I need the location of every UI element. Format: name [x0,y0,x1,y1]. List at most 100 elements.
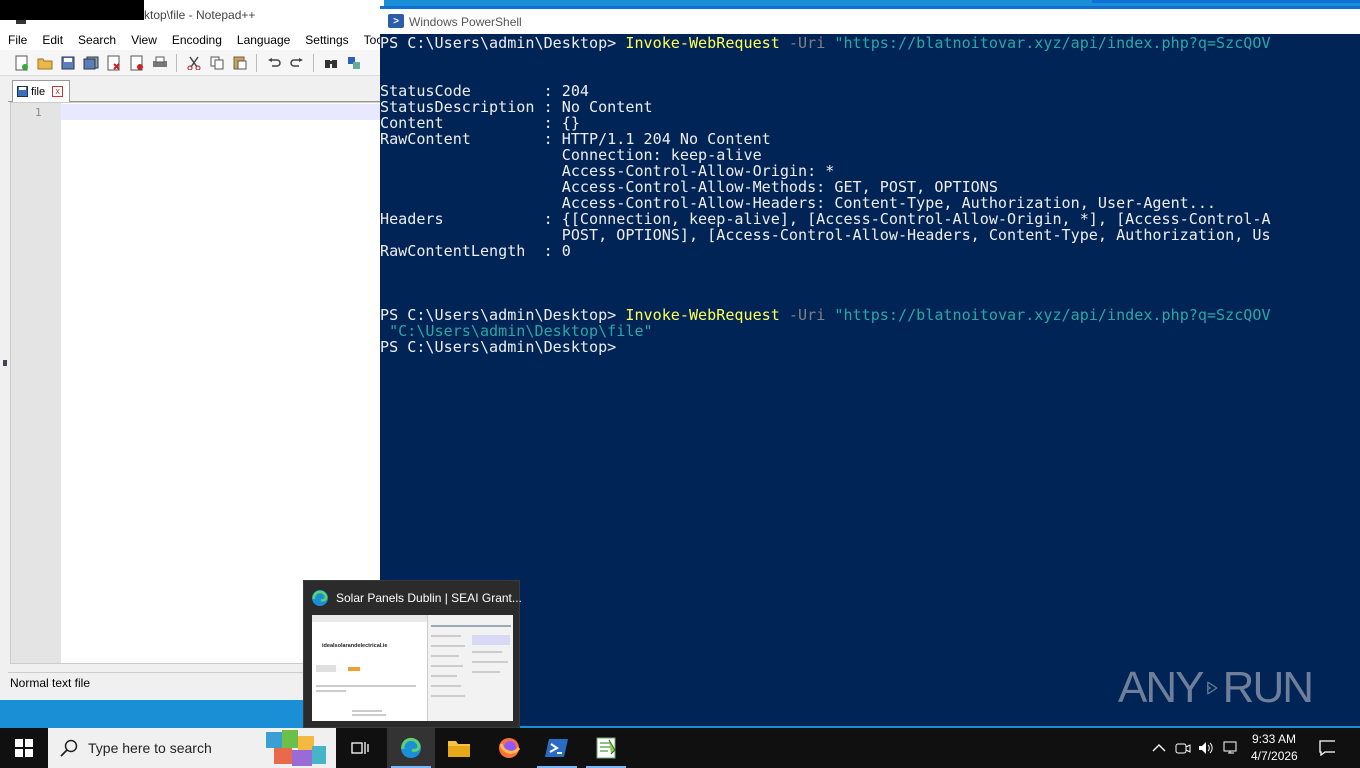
line-number: 1 [35,106,42,119]
console-output: RawContentLength : 0 [380,242,571,260]
powershell-console[interactable]: PS C:\Users\admin\Desktop> Invoke-WebReq… [380,35,1360,726]
show-hidden-icons-icon[interactable] [1151,740,1167,756]
console-parameter: -Uri [779,306,835,324]
watermark-left-text: ANY [1118,663,1204,712]
console-line: RawContent : HTTP/1.1 204 No Content [380,131,1360,147]
toolbar-separator [313,53,314,72]
menu-language[interactable]: Language [229,33,297,47]
replace-icon[interactable] [344,53,363,72]
search-highlight-art [266,730,326,766]
menu-view[interactable]: View [123,33,164,47]
cut-icon[interactable] [184,53,203,72]
thumbnail-page: idealsolarandelectrical.ie [312,615,427,721]
menu-settings[interactable]: Settings [297,33,355,47]
open-file-icon[interactable] [35,53,54,72]
tab-file[interactable]: file x [12,80,70,102]
firefox-icon [499,738,521,758]
notifications-icon[interactable] [1319,740,1335,756]
console-line: RawContentLength : 0 [380,243,1360,259]
paste-icon[interactable] [230,53,249,72]
console-line: POST, OPTIONS], [Access-Control-Allow-He… [380,227,1360,243]
close-all-icon[interactable] [127,53,146,72]
undo-icon[interactable] [264,53,283,72]
volume-icon[interactable] [1198,740,1214,756]
edge-taskbar-preview[interactable]: Solar Panels Dublin | SEAI Grant... idea… [303,580,522,728]
powershell-taskbar-icon [545,739,568,757]
console-line: PS C:\Users\admin\Desktop> Invoke-WebReq… [380,307,1360,323]
find-icon[interactable] [321,53,340,72]
console-line: Headers : {[Connection, keep-alive], [Ac… [380,211,1360,227]
menu-file[interactable]: File [0,33,34,47]
print-icon[interactable] [150,53,169,72]
clock-date[interactable]: 4/7/2026 [1251,749,1298,763]
console-string: "https://blatnoitovar.xyz/api/index.php?… [834,306,1271,324]
powershell-titlebar[interactable]: > Windows PowerShell [380,0,1360,34]
notepad-menubar: File Edit Search View Encoding Language … [0,30,392,50]
powershell-title: Windows PowerShell [409,15,522,29]
console-line: Content : {} [380,115,1360,131]
line-number-gutter: 1 [11,103,61,663]
notepad-app-icon [16,20,26,24]
console-line: "C:\Users\admin\Desktop\file" [380,323,1360,339]
toolbar-separator [176,53,177,72]
console-command: Invoke-WebRequest [625,35,780,52]
powershell-icon: > [388,14,404,28]
search-icon [60,739,78,757]
start-button[interactable] [0,728,48,768]
taskbar: Type here to search 9:33 AM 4/7/2026 [0,728,1360,768]
redo-icon[interactable] [287,53,306,72]
console-output: PS C:\Users\admin\Desktop> [380,338,617,356]
notepad-titlebar[interactable]: ktop\file - Notepad++ [0,0,384,30]
console-line: PS C:\Users\admin\Desktop> Invoke-WebReq… [380,35,1360,51]
console-line: Access-Control-Allow-Methods: GET, POST,… [380,179,1360,195]
tab-label: file [31,85,46,98]
console-line: Access-Control-Allow-Origin: * [380,163,1360,179]
taskbar-firefox[interactable] [485,728,533,768]
taskbar-file-explorer[interactable] [435,728,483,768]
file-type-status: Normal text file [10,676,91,690]
search-box[interactable]: Type here to search [48,728,336,768]
thumbnail-devtools [427,615,513,721]
powershell-window: > Windows PowerShell PS C:\Users\admin\D… [380,0,1360,726]
console-parameter: -Uri [779,35,835,52]
search-placeholder: Type here to search [88,740,212,756]
edge-icon [312,590,328,606]
notepad-title: ktop\file - Notepad++ [144,8,256,22]
preview-thumbnail[interactable]: idealsolarandelectrical.ie [312,615,513,721]
toolbar-separator [256,53,257,72]
notepad-toolbar [0,50,384,76]
folder-icon [448,741,470,757]
notepad-tabstrip: file x [8,78,384,102]
clock-time[interactable]: 9:33 AM [1252,732,1296,746]
edge-icon [401,737,421,758]
titlebar-accent [1092,0,1360,3]
menu-search[interactable]: Search [70,33,123,47]
save-icon[interactable] [58,53,77,72]
taskbar-notepad-plus-plus[interactable] [582,728,630,768]
console-line: Access-Control-Allow-Headers: Content-Ty… [380,195,1360,211]
menu-encoding[interactable]: Encoding [164,33,229,47]
thumbnail-site-name: idealsolarandelectrical.ie [322,643,388,649]
taskbar-edge[interactable] [387,728,435,768]
copy-icon[interactable] [207,53,226,72]
close-icon[interactable] [104,53,123,72]
menu-edit[interactable]: Edit [34,33,70,47]
save-all-icon[interactable] [81,53,100,72]
new-file-icon[interactable] [12,53,31,72]
console-prompt: PS C:\Users\admin\Desktop> [380,35,626,52]
windows-logo-icon [15,739,33,757]
window-edge-marker [3,360,7,366]
tab-close-icon[interactable]: x [52,86,64,97]
console-line: PS C:\Users\admin\Desktop> [380,339,1360,355]
play-logo-icon [1207,681,1218,695]
task-view-button[interactable] [336,728,384,768]
redaction-block [0,0,144,20]
taskbar-powershell[interactable] [533,728,581,768]
network-icon[interactable] [1223,740,1239,756]
console-string: "https://blatnoitovar.xyz/api/index.php?… [834,35,1271,52]
meet-now-icon[interactable] [1175,740,1191,756]
